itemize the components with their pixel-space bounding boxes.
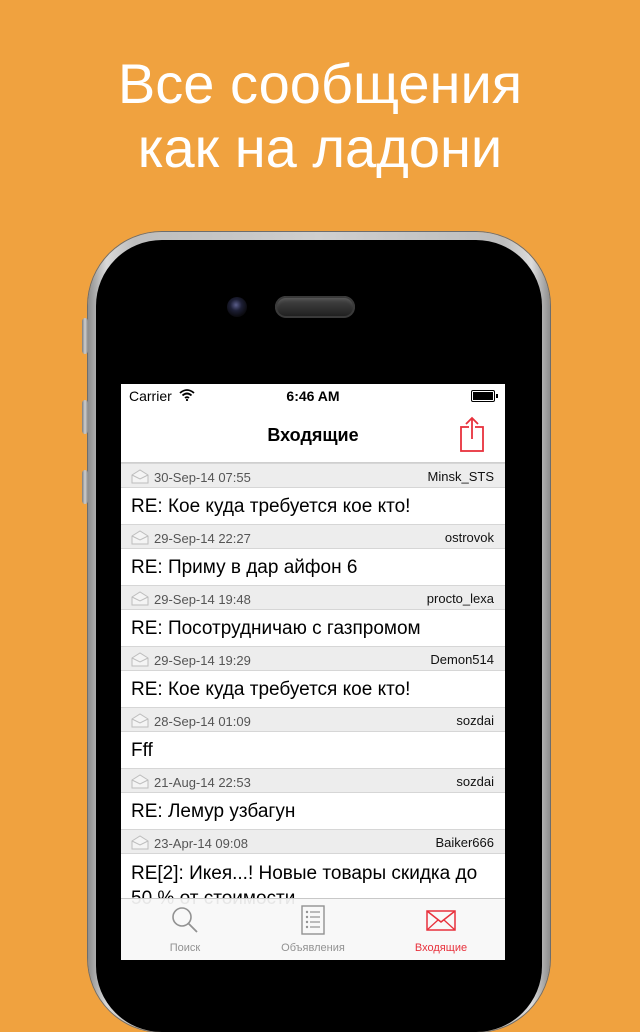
tab-label: Объявления [281, 942, 345, 954]
status-time: 6:46 AM [286, 388, 340, 404]
message-date: 29-Sep-14 19:48 [154, 592, 251, 607]
tab-listings[interactable]: Объявления [249, 899, 377, 960]
navigation-bar: Входящие [121, 408, 505, 463]
front-camera [227, 297, 247, 317]
message-subject: RE: Кое куда требуется кое кто! [131, 496, 411, 517]
message-subject: RE: Кое куда требуется кое кто! [131, 679, 411, 700]
envelope-open-icon [131, 469, 149, 484]
message-header: 28-Sep-14 01:09 sozdai [121, 707, 505, 732]
message-date: 21-Aug-14 22:53 [154, 775, 251, 790]
share-icon[interactable] [457, 416, 487, 452]
tab-label: Поиск [169, 942, 201, 954]
message-list: 30-Sep-14 07:55 Minsk_STS RE: Кое куда тре… [121, 463, 505, 909]
tab-inbox[interactable]: Входящие [377, 899, 505, 960]
message-date: 29-Sep-14 19:29 [154, 653, 251, 668]
message-header: 23-Apr-14 09:08 Baiker666 [121, 829, 505, 854]
message-row[interactable]: 29-Sep-14 19:29 Demon514 RE: Кое куда треб… [121, 646, 505, 707]
message-subject: RE: Лемур узбагун [131, 801, 296, 822]
message-date: 29-Sep-14 22:27 [154, 531, 251, 546]
tab-label: Входящие [414, 942, 468, 954]
status-bar: Carrier 6:46 AM [121, 384, 505, 408]
message-date: 30-Sep-14 07:55 [154, 470, 251, 485]
envelope-open-icon [131, 774, 149, 789]
tab-bar: Поиск Объявления Входящие [121, 898, 505, 960]
message-header: 21-Aug-14 22:53 sozdai [121, 768, 505, 793]
tab-search[interactable]: Поиск [121, 899, 249, 960]
message-sender: Baiker666 [435, 835, 494, 850]
envelope-open-icon [131, 530, 149, 545]
message-sender: Demon514 [430, 652, 494, 667]
volume-down-button [82, 470, 88, 504]
envelope-open-icon [131, 835, 149, 850]
message-row[interactable]: 29-Sep-14 22:27 ostrovok RE: Приму в дар а… [121, 524, 505, 585]
envelope-icon [426, 910, 456, 931]
message-header: 30-Sep-14 07:55 Minsk_STS [121, 463, 505, 488]
message-sender: procto_lexa [426, 591, 494, 606]
envelope-open-icon [131, 713, 149, 728]
message-subject: RE: Посотрудничаю с газпромом [131, 618, 421, 639]
message-date: 23-Apr-14 09:08 [154, 836, 248, 851]
message-row[interactable]: 23-Apr-14 09:08 Baiker666 RE[2]: Икея...! … [121, 829, 505, 909]
message-subject: RE: Приму в дар айфон 6 [131, 557, 358, 578]
search-icon [172, 907, 198, 933]
message-header: 29-Sep-14 19:29 Demon514 [121, 646, 505, 671]
envelope-open-icon [131, 652, 149, 667]
message-row[interactable]: 30-Sep-14 07:55 Minsk_STS RE: Кое куда тре… [121, 463, 505, 524]
promo-headline: Все сообщения как на ладони [0, 52, 640, 180]
message-sender: ostrovok [444, 530, 494, 545]
headline-line-2: как на ладони [137, 116, 503, 179]
envelope-open-icon [131, 591, 149, 606]
message-header: 29-Sep-14 22:27 ostrovok [121, 524, 505, 549]
mute-switch [82, 318, 88, 354]
message-sender: sozdai [456, 774, 494, 789]
message-sender: sozdai [456, 713, 494, 728]
phone-screen: Carrier 6:46 AM Входящие 30-Sep-14 07:55… [121, 384, 505, 960]
page-title: Входящие [267, 425, 359, 445]
message-subject: Fff [131, 740, 153, 761]
earpiece-speaker [275, 296, 355, 318]
message-sender: Minsk_STS [427, 469, 494, 484]
message-row[interactable]: 28-Sep-14 01:09 sozdai Fff [121, 707, 505, 768]
headline-line-1: Все сообщения [117, 52, 523, 115]
volume-up-button [82, 400, 88, 434]
message-header: 29-Sep-14 19:48 procto_lexa [121, 585, 505, 610]
message-row[interactable]: 21-Aug-14 22:53 sozdai RE: Лемур узбагун [121, 768, 505, 829]
list-icon [301, 905, 325, 935]
message-date: 28-Sep-14 01:09 [154, 714, 251, 729]
battery-icon [471, 390, 498, 402]
message-row[interactable]: 29-Sep-14 19:48 procto_lexa RE: Посотрудни… [121, 585, 505, 646]
